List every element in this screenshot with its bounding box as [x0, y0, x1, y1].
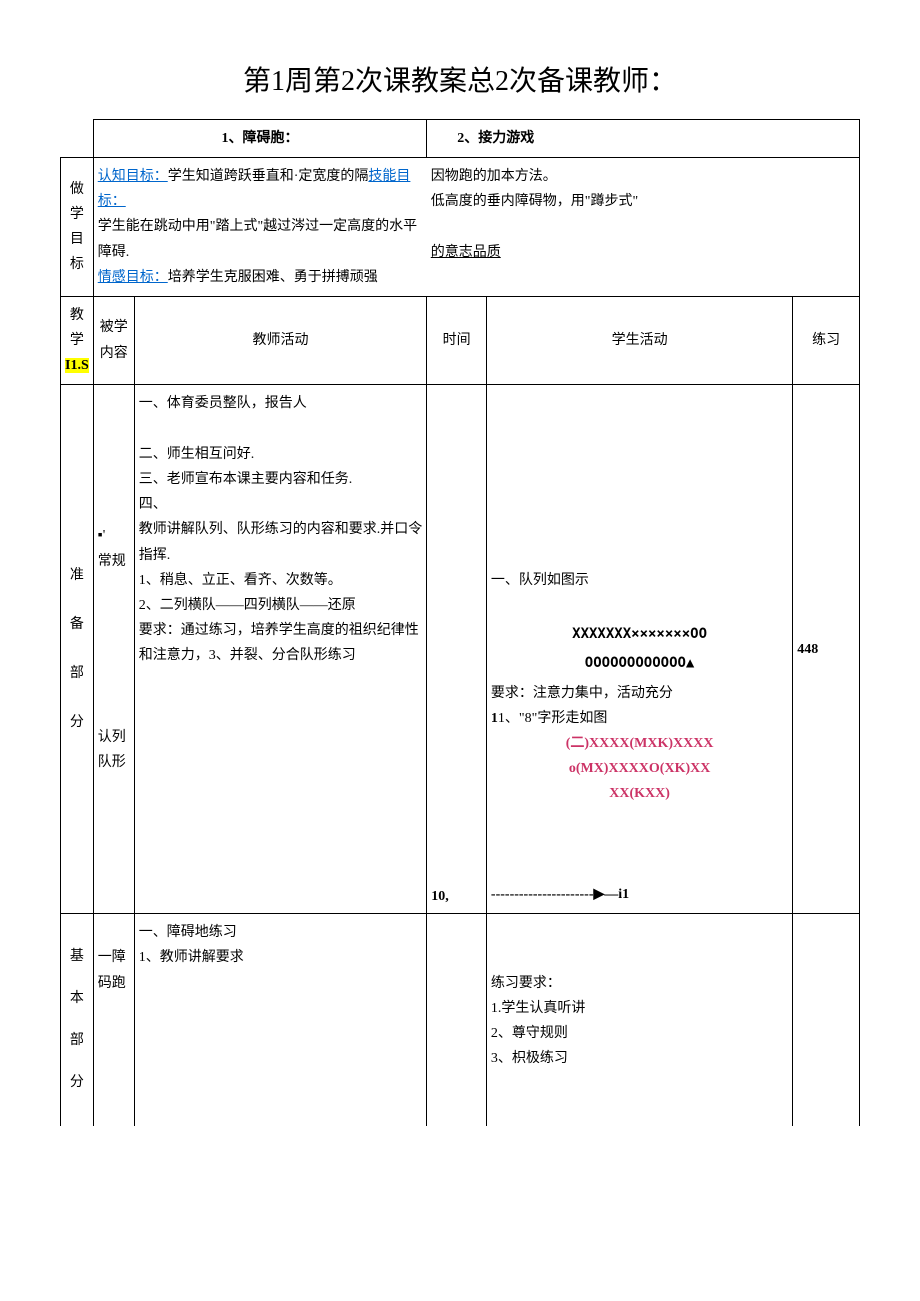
lesson-plan-table: 1、障碍胞： 2、接力游戏 做学目标 认知目标：学生知道跨跃垂直和·定宽度的隔技… [60, 119, 860, 1126]
basic-practice [793, 914, 860, 1127]
header-time: 时间 [427, 296, 487, 385]
basic-student: 练习要求： 1.学生认真听讲 2、尊守规则 3、枳极练习 [486, 914, 792, 1127]
goals-label: 做学目标 [61, 157, 94, 296]
prep-content: ▪' 常规 认列队形 [93, 385, 134, 914]
goals-left: 认知目标：学生知道跨跃垂直和·定宽度的隔技能目标： 学生能在跳动中用"踏上式"越… [93, 157, 427, 296]
prep-student: 一、队列如图示 XXXXXXX×××××××OO OOOOOOOOOOOO▲ 要… [486, 385, 792, 914]
prep-stage: 准 备 部 分 [61, 385, 94, 914]
prep-teacher: 一、体育委员整队，报告人 二、师生相互问好. 三、老师宣布本课主要内容和任务. … [134, 385, 427, 914]
header-student: 学生活动 [486, 296, 792, 385]
topic-2: 2、接力游戏 [427, 119, 860, 157]
prep-time: 10, [427, 385, 487, 914]
topic-1: 1、障碍胞： [93, 119, 427, 157]
goals-right: 因物跑的加本方法。 低高度的垂内障碍物，用"蹲步式" 的意志品质 [427, 157, 860, 296]
header-stage: 教学 I1.S [61, 296, 94, 385]
basic-time [427, 914, 487, 1127]
header-practice: 练习 [793, 296, 860, 385]
basic-teacher: 一、障碍地练习 1、教师讲解要求 [134, 914, 427, 1127]
header-teacher: 教师活动 [134, 296, 427, 385]
basic-stage: 基 本 部 分 [61, 914, 94, 1127]
prep-practice: 448 [793, 385, 860, 914]
header-content: 被学内容 [93, 296, 134, 385]
basic-content: 一障码跑 [93, 914, 134, 1127]
page-title: 第1周第2次课教案总2次备课教师： [60, 59, 860, 99]
